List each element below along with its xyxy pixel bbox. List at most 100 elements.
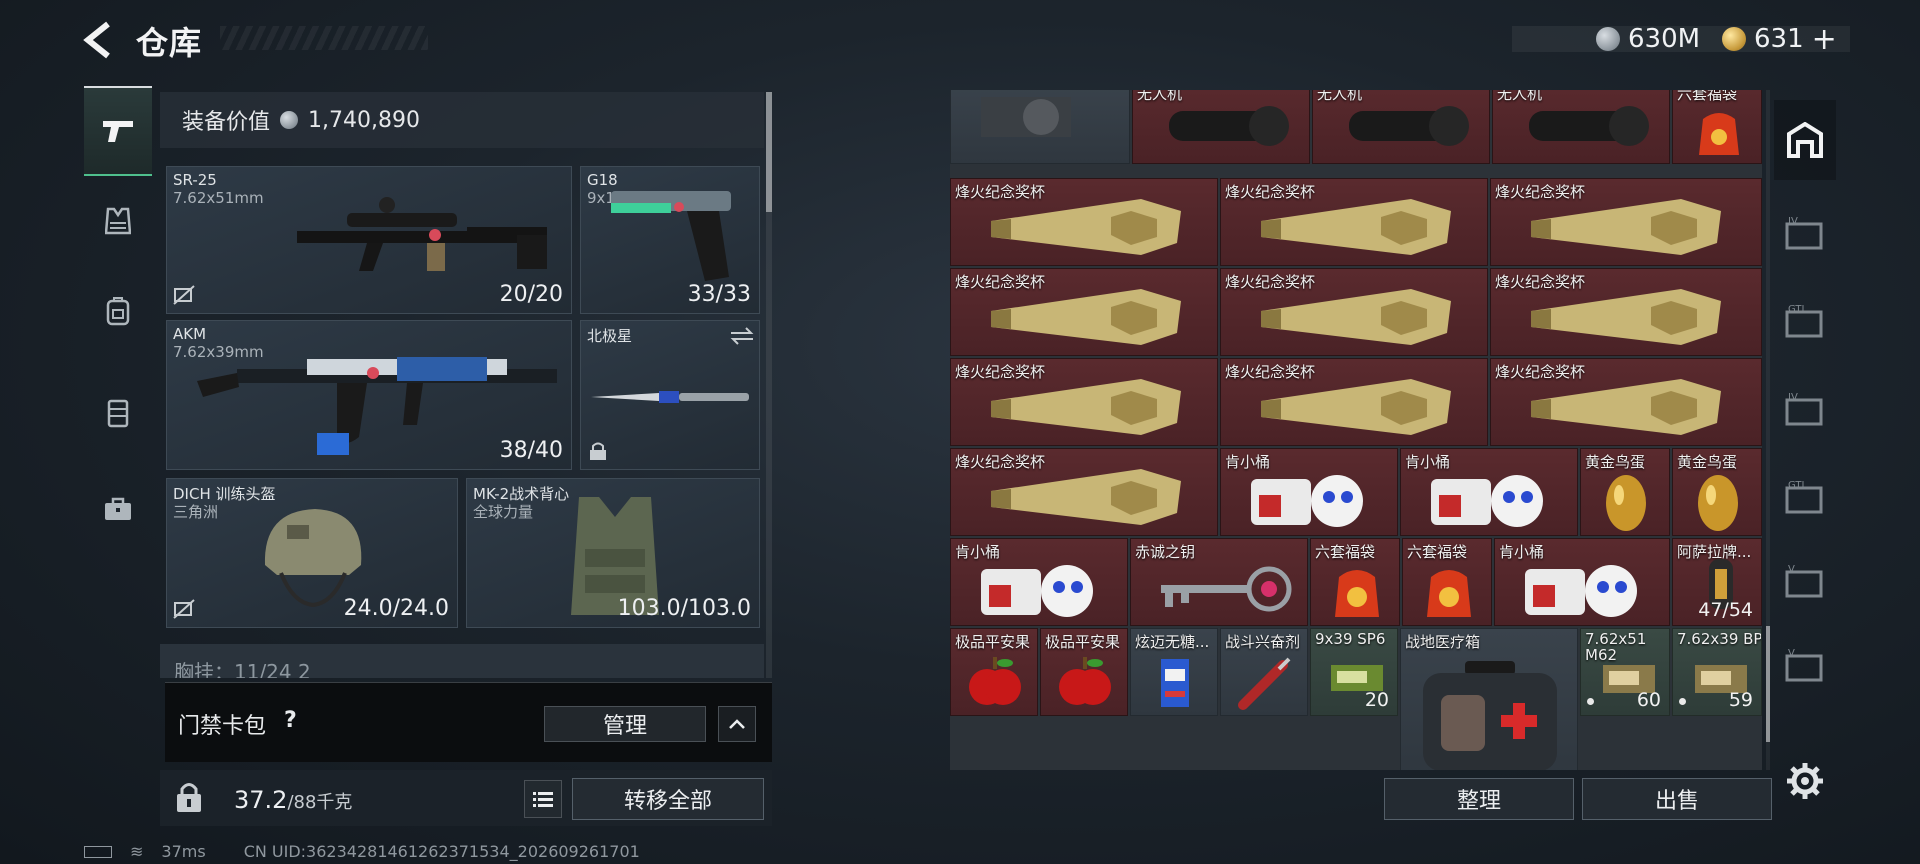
sr25-rifle-image [297,197,547,271]
rail-item-storage-v[interactable]: V [1774,542,1836,622]
storage-item-trophy[interactable]: 烽火纪念奖杯 [950,268,1218,356]
back-arrow-icon [83,21,110,59]
list-view-button[interactable] [524,780,562,818]
primary-weapon-slot-2[interactable]: AKM 7.62x39mm 38/40 [166,320,572,470]
storage-item-trophy[interactable]: 烽火纪念奖杯 [950,448,1218,536]
rail-item-case[interactable] [84,464,152,554]
rail-item-chest-rig[interactable] [84,368,152,458]
title-decoration [220,26,428,50]
storage-item-trophy[interactable]: 烽火纪念奖杯 [1220,358,1488,446]
item-count: 60 [1636,689,1661,711]
rail-item-armor[interactable] [84,176,152,266]
rail-item-storage-gti[interactable]: GTI [1774,282,1836,362]
organize-button[interactable]: 整理 [1384,778,1574,820]
bucket-image [981,565,1093,617]
storage-item-lucky-bag[interactable]: 六套福袋 [1402,538,1492,626]
storage-item-lucky-bag[interactable]: 六套福袋 [1672,90,1762,164]
storage-item-alarabic[interactable]: 阿萨拉牌... 47/54 [1672,538,1762,626]
storage-item-apple[interactable]: 极品平安果 [950,628,1038,716]
storage-item-drone[interactable]: 无人机 [1312,90,1490,164]
bucket-image [1525,565,1637,617]
weight-readout: 37.2/88千克 [234,786,352,814]
transfer-all-button[interactable]: 转移全部 [572,778,764,820]
collapse-button[interactable] [718,706,756,742]
back-button[interactable] [80,20,120,60]
storage-item-ammo-bp[interactable]: 7.62x39 BP 59 [1672,628,1762,716]
rail-item-backpack[interactable] [84,266,152,356]
silver-amount: 630M [1628,24,1701,54]
storage-item-golden-egg[interactable]: 黄金鸟蛋 [1672,448,1762,536]
primary-weapon-slot-1[interactable]: SR-25 7.62x51mm 20/20 [166,166,572,314]
drone-part-image [981,97,1071,137]
storage-item-trophy[interactable]: 烽火纪念奖杯 [1220,178,1488,266]
apple-image [1059,657,1111,705]
svg-text:GTI: GTI [1788,304,1804,315]
storage-item-ammo-sp6[interactable]: 9x39 SP6 20 [1310,628,1398,716]
case-icon [105,497,131,520]
rail-item-warehouse[interactable] [1774,100,1836,180]
storage-item-trophy[interactable]: 烽火纪念奖杯 [1490,358,1762,446]
gold-amount: 631 [1754,24,1804,54]
storage-item-apple[interactable]: 极品平安果 [1040,628,1128,716]
padlock-icon[interactable] [174,780,204,814]
sell-button[interactable]: 出售 [1582,778,1772,820]
uid-text: CN UID:362342814612623715​34_20260926170… [243,842,640,861]
storage-item-ammo-m62[interactable]: 7.62x51 M62 60 [1580,628,1670,716]
storage-item-trophy[interactable]: 烽火纪念奖杯 [1220,268,1488,356]
storage-scrollbar-thumb[interactable] [1766,626,1770,742]
storage-item-bucket[interactable]: 肯小桶 [1494,538,1670,626]
storage-item-stim[interactable]: 战斗兴奋剂 [1220,628,1308,716]
storage-item-bucket[interactable]: 肯小桶 [1220,448,1398,536]
swap-icon[interactable] [729,327,755,345]
storage-item-lucky-bag[interactable]: 六套福袋 [1310,538,1400,626]
helmet-slot[interactable]: DICH 训练头盔 三角洲 24.0/24.0 [166,478,458,628]
rail-item-storage-iv-2[interactable]: IV [1774,370,1836,450]
storage-item-drone[interactable]: 无人机 [1132,90,1310,164]
trophy-image [1261,289,1451,345]
storage-item-trophy[interactable]: 烽火纪念奖杯 [950,178,1218,266]
storage-item-trophy[interactable]: 烽火纪念奖杯 [1490,178,1762,266]
armor-slot[interactable]: MK-2战术背心 全球力量 103.0/103.0 [466,478,760,628]
silver-coin-icon [1596,27,1620,51]
gold-add-button[interactable]: + [1812,22,1837,57]
settings-button[interactable] [1786,762,1824,800]
help-icon[interactable]: ? [284,708,297,733]
sidearm-slot[interactable]: G18 9x19mm 33/33 [580,166,760,314]
chevron-up-icon [729,719,745,729]
loadout-scrollbar-thumb[interactable] [766,92,772,212]
item-name: 极品平安果 [955,633,1031,651]
lucky-bag-image [1335,570,1379,617]
melee-slot[interactable]: 北极星 [580,320,760,470]
storage-item-medkit[interactable]: 战地医疗箱 [1400,628,1578,770]
storage-item-bucket[interactable]: 肯小桶 [950,538,1128,626]
manage-button[interactable]: 管理 [544,706,706,742]
storage-item-key[interactable]: 赤诚之钥 [1130,538,1308,626]
gold-currency[interactable]: 631 + [1722,20,1837,58]
silver-coin-icon [280,111,299,129]
rail-item-storage-iv[interactable]: IV [1774,194,1836,274]
rail-item-firearms[interactable] [84,86,152,176]
storage-item-drone[interactable]: 无人机 [1492,90,1670,164]
bucket-image [1251,475,1363,527]
svg-text:IV: IV [1788,392,1798,403]
g18-pistol-image [611,191,731,281]
equip-value-amount: 1,740,890 [308,107,420,133]
storage-item-bucket[interactable]: 肯小桶 [1400,448,1578,536]
chest-rig-row[interactable]: 胸挂：11/24 2 [160,644,764,678]
equip-value-label: 装备价值 [182,110,271,135]
item-name: 7.62x39 BP [1677,630,1762,648]
drone-image [1169,106,1289,146]
storage-item-drone-part[interactable] [950,90,1130,164]
key-image [1161,566,1292,612]
durability: 24.0/24.0 [343,596,449,621]
storage-item-trophy[interactable]: 烽火纪念奖杯 [950,358,1218,446]
ping-text: 37ms [161,842,206,861]
storage-item-trophy[interactable]: 烽火纪念奖杯 [1490,268,1762,356]
rail-item-storage-gti-2[interactable]: GTI [1774,458,1836,538]
storage-item-golden-egg[interactable]: 黄金鸟蛋 [1580,448,1670,536]
storage-item-candy[interactable]: 炫迈无糖... [1130,628,1218,716]
gear-icon [1787,763,1823,799]
storage-box-icon: GTI [1785,480,1823,514]
trophy-image [991,379,1181,435]
rail-item-storage-v-2[interactable]: V [1774,626,1836,706]
